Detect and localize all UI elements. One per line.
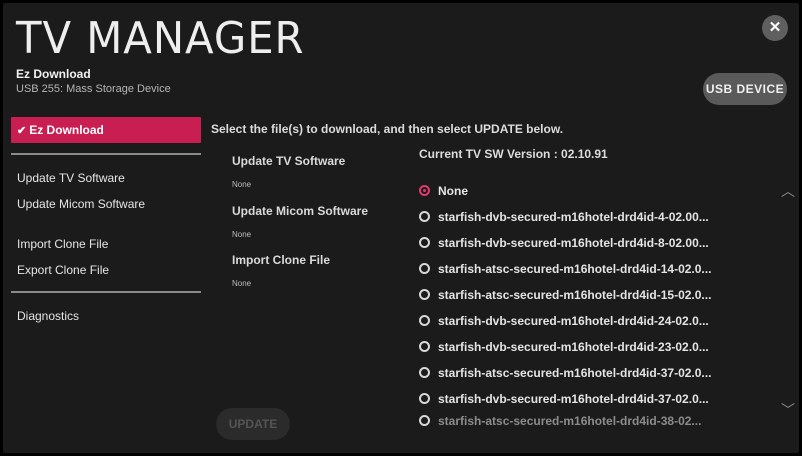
radio-icon	[419, 263, 430, 275]
file-name: starfish-dvb-secured-m16hotel-drd4id-4-0…	[438, 210, 709, 224]
radio-icon	[419, 211, 430, 223]
radio-selected-icon	[419, 185, 430, 197]
file-option[interactable]: starfish-dvb-secured-m16hotel-drd4id-8-0…	[419, 230, 769, 256]
radio-icon	[419, 393, 430, 405]
close-icon[interactable]: ✕	[762, 15, 788, 41]
file-option[interactable]: starfish-dvb-secured-m16hotel-drd4id-37-…	[419, 386, 769, 412]
category-value: None	[232, 180, 252, 189]
category-value: None	[232, 279, 252, 288]
category-value: None	[232, 230, 252, 239]
sidebar-divider	[11, 153, 201, 155]
file-option-none[interactable]: None	[419, 178, 769, 204]
radio-icon	[419, 289, 430, 301]
file-name: starfish-dvb-secured-m16hotel-drd4id-23-…	[438, 340, 709, 354]
file-name: starfish-dvb-secured-m16hotel-drd4id-24-…	[438, 314, 709, 328]
file-name: starfish-atsc-secured-m16hotel-drd4id-37…	[438, 366, 712, 380]
scroll-up-icon[interactable]: ︿	[781, 184, 795, 198]
category-update-tv-software: Update TV Software	[232, 154, 346, 168]
page-subtitle: Ez Download	[16, 67, 91, 81]
instruction-text: Select the file(s) to download, and then…	[211, 122, 564, 136]
radio-icon	[419, 341, 430, 353]
file-name: starfish-atsc-secured-m16hotel-drd4id-15…	[438, 288, 712, 302]
sidebar-item-import-clone-file[interactable]: Import Clone File	[11, 231, 201, 257]
device-label: USB 255: Mass Storage Device	[16, 83, 171, 95]
usb-device-button[interactable]: USB DEVICE	[703, 73, 787, 105]
sidebar-item-ez-download[interactable]: ✔ Ez Download	[11, 117, 201, 143]
sidebar-item-label: Ez Download	[29, 123, 104, 137]
sidebar: ✔ Ez Download Update TV Software Update M…	[11, 117, 201, 329]
file-name: None	[438, 184, 468, 198]
update-button[interactable]: UPDATE	[216, 408, 290, 440]
file-name: starfish-dvb-secured-m16hotel-drd4id-8-0…	[438, 236, 709, 250]
radio-icon	[419, 367, 430, 379]
file-option[interactable]: starfish-atsc-secured-m16hotel-drd4id-15…	[419, 282, 769, 308]
sidebar-item-diagnostics[interactable]: Diagnostics	[11, 303, 201, 329]
file-option[interactable]: starfish-atsc-secured-m16hotel-drd4id-14…	[419, 256, 769, 282]
file-option[interactable]: starfish-dvb-secured-m16hotel-drd4id-24-…	[419, 308, 769, 334]
file-name: starfish-atsc-secured-m16hotel-drd4id-14…	[438, 262, 712, 276]
file-list: None starfish-dvb-secured-m16hotel-drd4i…	[419, 178, 769, 426]
file-option[interactable]: starfish-atsc-secured-m16hotel-drd4id-38…	[419, 412, 769, 426]
tv-manager-window: TV MANAGER Ez Download USB 255: Mass Sto…	[3, 3, 799, 453]
category-update-micom-software: Update Micom Software	[232, 204, 369, 218]
sidebar-item-export-clone-file[interactable]: Export Clone File	[11, 257, 201, 283]
current-sw-version: Current TV SW Version : 02.10.91	[419, 147, 608, 161]
app-title: TV MANAGER	[16, 13, 305, 64]
file-option[interactable]: starfish-dvb-secured-m16hotel-drd4id-4-0…	[419, 204, 769, 230]
file-option[interactable]: starfish-dvb-secured-m16hotel-drd4id-23-…	[419, 334, 769, 360]
check-icon: ✔	[17, 125, 27, 137]
scroll-down-icon[interactable]: ﹀	[781, 403, 795, 417]
sidebar-item-update-micom-software[interactable]: Update Micom Software	[11, 191, 201, 217]
radio-icon	[419, 415, 430, 426]
sidebar-divider	[11, 291, 201, 293]
radio-icon	[419, 237, 430, 249]
file-name: starfish-atsc-secured-m16hotel-drd4id-38…	[438, 414, 702, 426]
category-import-clone-file: Import Clone File	[232, 253, 331, 267]
file-name: starfish-dvb-secured-m16hotel-drd4id-37-…	[438, 392, 709, 406]
radio-icon	[419, 315, 430, 327]
file-option[interactable]: starfish-atsc-secured-m16hotel-drd4id-37…	[419, 360, 769, 386]
sidebar-item-update-tv-software[interactable]: Update TV Software	[11, 165, 201, 191]
